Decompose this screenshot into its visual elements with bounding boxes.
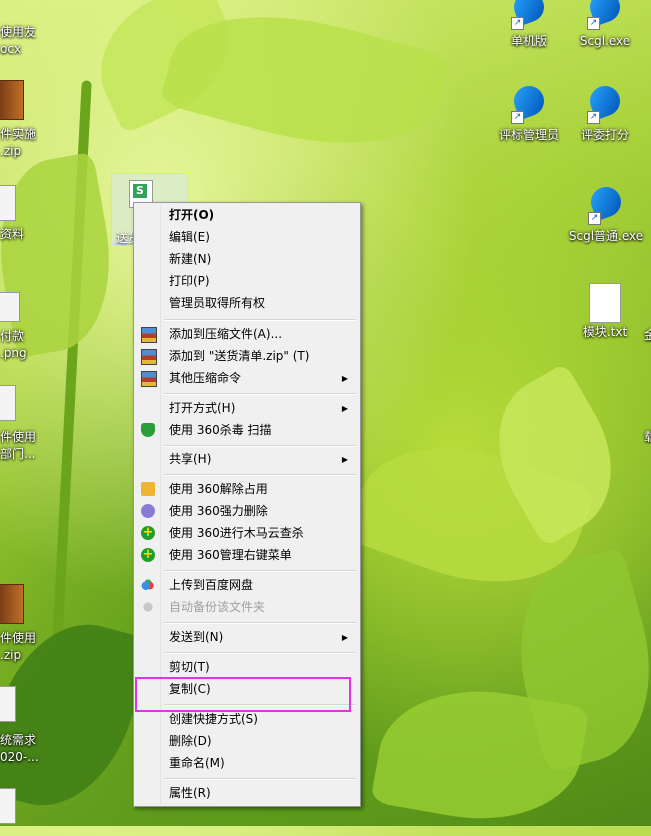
desktop-label-fragment[interactable]: 金	[644, 328, 651, 343]
desktop-icon-label: 模块.txt	[582, 325, 628, 339]
desktop-icon-label: Scgl.exe	[579, 34, 631, 48]
desktop-label-fragment[interactable]: .zip	[0, 648, 21, 663]
menu-separator	[164, 570, 356, 572]
360-plus-icon: +	[141, 525, 155, 540]
menu-item-other-compress[interactable]: 其他压缩命令 ▶	[136, 368, 358, 389]
desktop-label-fragment[interactable]: 统需求	[0, 733, 36, 748]
menu-item-open[interactable]: 打开(O)	[136, 205, 358, 226]
menu-item-upload-baidu[interactable]: 上传到百度网盘	[136, 575, 358, 596]
document-icon[interactable]	[0, 686, 16, 722]
menu-separator	[164, 622, 356, 624]
submenu-arrow-icon: ▶	[341, 374, 348, 383]
zip-file-icon[interactable]	[0, 80, 24, 120]
360-delete-icon	[141, 504, 155, 518]
winrar-icon	[141, 327, 157, 343]
menu-item-create-shortcut[interactable]: 创建快捷方式(S)	[136, 709, 358, 730]
desktop-icon-label: 评委打分	[580, 128, 629, 142]
document-icon[interactable]	[0, 185, 16, 221]
app-shortcut-icon: ↗	[586, 182, 626, 227]
desktop-label-fragment[interactable]: 付款	[0, 329, 24, 344]
menu-item-360-force-delete[interactable]: 使用 360强力删除	[136, 501, 358, 522]
desktop-label-fragment[interactable]: 使用友	[0, 25, 36, 40]
desktop-icon-label: Scgl普通.exe	[568, 229, 644, 243]
image-file-icon[interactable]	[0, 292, 20, 322]
document-icon[interactable]	[0, 385, 16, 421]
baidu-cloud-icon	[141, 578, 155, 592]
desktop-icon-bid-admin[interactable]: ↗ 评标管理员	[492, 81, 566, 143]
zip-file-icon[interactable]	[0, 584, 24, 624]
desktop-label-fragment[interactable]: 件使用	[0, 631, 36, 646]
menu-item-properties[interactable]: 属性(R)	[136, 783, 358, 804]
submenu-arrow-icon: ▶	[341, 633, 348, 642]
360-plus-icon: +	[141, 547, 155, 562]
winrar-icon	[141, 371, 157, 387]
desktop-icon-scgl[interactable]: ↗ Scgl.exe	[568, 0, 642, 49]
app-shortcut-icon: ↗	[509, 81, 549, 126]
menu-item-rename[interactable]: 重命名(M)	[136, 753, 358, 774]
menu-item-print[interactable]: 打印(P)	[136, 271, 358, 292]
desktop-icon-label: 评标管理员	[498, 128, 559, 142]
desktop-icon-label: 单机版	[510, 34, 547, 48]
menu-item-360-trojan-scan[interactable]: + 使用 360进行木马云查杀	[136, 523, 358, 544]
context-menu: 打开(O) 编辑(E) 新建(N) 打印(P) 管理员取得所有权 添加到压缩文件…	[133, 202, 361, 807]
desktop-icon-judge-scoring[interactable]: ↗ 评委打分	[568, 81, 642, 143]
desktop-label-fragment[interactable]: 020-...	[0, 750, 39, 765]
desktop-label-fragment[interactable]: 资料	[0, 227, 24, 242]
menu-item-add-to-archive[interactable]: 添加到压缩文件(A)...	[136, 324, 358, 345]
menu-separator	[164, 319, 356, 321]
wallpaper-leaf	[159, 0, 451, 173]
menu-separator	[164, 474, 356, 476]
menu-item-add-to-zip[interactable]: 添加到 "送货清单.zip" (T)	[136, 346, 358, 367]
desktop-icon-standalone[interactable]: ↗ 单机版	[492, 0, 566, 49]
app-shortcut-icon: ↗	[585, 81, 625, 126]
360-shield-icon	[141, 423, 155, 437]
360-unlock-icon	[141, 482, 155, 496]
app-shortcut-icon: ↗	[509, 0, 549, 32]
baidu-cloud-icon	[141, 600, 155, 614]
menu-separator	[164, 778, 356, 780]
desktop-label-fragment[interactable]: 载	[644, 430, 651, 445]
menu-separator	[164, 652, 356, 654]
desktop-icon-module-txt[interactable]: 模块.txt	[568, 283, 642, 340]
winrar-icon	[141, 349, 157, 365]
desktop-icon-scgl-normal[interactable]: ↗ Scgl普通.exe	[566, 182, 646, 244]
copy-highlight-annotation	[135, 677, 351, 712]
desktop-label-fragment[interactable]: ocx	[0, 42, 21, 57]
menu-item-open-with[interactable]: 打开方式(H) ▶	[136, 398, 358, 419]
menu-item-new[interactable]: 新建(N)	[136, 249, 358, 270]
menu-item-take-ownership[interactable]: 管理员取得所有权	[136, 293, 358, 314]
menu-separator	[164, 393, 356, 395]
wallpaper-leaf	[0, 151, 126, 359]
desktop-label-fragment[interactable]: .png	[0, 346, 27, 361]
desktop-label-fragment[interactable]: 部门...	[0, 447, 35, 462]
document-icon[interactable]	[0, 788, 16, 824]
menu-item-auto-backup: 自动备份该文件夹	[136, 597, 358, 618]
menu-item-360-unlock[interactable]: 使用 360解除占用	[136, 479, 358, 500]
submenu-arrow-icon: ▶	[341, 455, 348, 464]
menu-item-360-scan[interactable]: 使用 360杀毒 扫描	[136, 420, 358, 441]
desktop-label-fragment[interactable]: 件使用	[0, 430, 36, 445]
menu-item-360-manage-menu[interactable]: + 使用 360管理右键菜单	[136, 545, 358, 566]
desktop-label-fragment[interactable]: 件实施	[0, 127, 36, 142]
text-file-icon	[585, 283, 625, 323]
app-shortcut-icon: ↗	[585, 0, 625, 32]
menu-item-send-to[interactable]: 发送到(N) ▶	[136, 627, 358, 648]
submenu-arrow-icon: ▶	[341, 404, 348, 413]
menu-item-share[interactable]: 共享(H) ▶	[136, 449, 358, 470]
menu-item-cut[interactable]: 剪切(T)	[136, 657, 358, 678]
menu-item-edit[interactable]: 编辑(E)	[136, 227, 358, 248]
menu-separator	[164, 445, 356, 447]
desktop-label-fragment[interactable]: .zip	[0, 144, 21, 159]
menu-item-delete[interactable]: 删除(D)	[136, 731, 358, 752]
